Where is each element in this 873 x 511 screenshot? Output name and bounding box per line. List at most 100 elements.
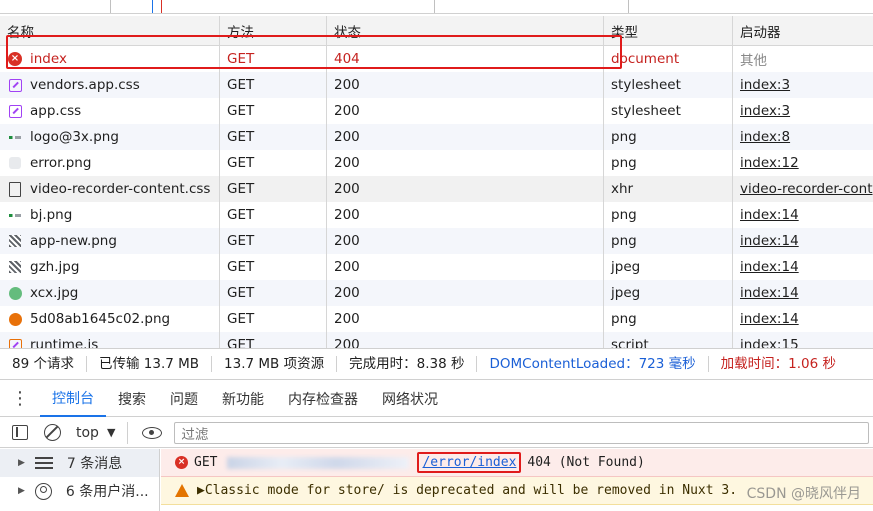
error-icon: × bbox=[175, 456, 188, 469]
transferred-size: 已传输 13.7 MB bbox=[87, 356, 213, 372]
initiator-link[interactable]: index:14 bbox=[740, 285, 799, 301]
console-sidebar: ▶ 7 条消息 ▶ 6 条用户消... bbox=[0, 449, 160, 511]
request-status: 200 bbox=[327, 72, 604, 98]
column-header-status[interactable]: 状态 bbox=[327, 16, 604, 45]
request-method: GET bbox=[220, 46, 327, 72]
table-row[interactable]: bj.png GET 200 png index:14 bbox=[0, 202, 873, 228]
request-type: document bbox=[604, 46, 733, 72]
dom-content-loaded-marker bbox=[152, 0, 153, 13]
request-name: logo@3x.png bbox=[30, 129, 119, 145]
table-row[interactable]: 5d08ab1645c02.png GET 200 png index:14 bbox=[0, 306, 873, 332]
clear-console-icon[interactable] bbox=[40, 421, 64, 445]
watermark: CSDN @晓风伴月 bbox=[746, 486, 861, 502]
console-toolbar: top ▼ 过滤 bbox=[0, 418, 873, 448]
initiator-link[interactable]: index:14 bbox=[740, 259, 799, 275]
context-selector[interactable]: top ▼ bbox=[76, 421, 129, 444]
initiator-link[interactable]: index:14 bbox=[740, 311, 799, 327]
request-type: png bbox=[604, 306, 733, 332]
initiator-link[interactable]: index:14 bbox=[740, 207, 799, 223]
request-status: 200 bbox=[327, 306, 604, 332]
tab-console[interactable]: 控制台 bbox=[40, 381, 106, 417]
request-method: GET bbox=[220, 280, 327, 306]
request-method: GET bbox=[220, 254, 327, 280]
network-request-table: 名称 方法 状态 类型 启动器 × index GET 404 document … bbox=[0, 16, 873, 358]
request-method: GET bbox=[220, 176, 327, 202]
column-header-method[interactable]: 方法 bbox=[220, 16, 327, 45]
table-row[interactable]: video-recorder-content.css GET 200 xhr v… bbox=[0, 176, 873, 202]
request-method: GET bbox=[220, 306, 327, 332]
request-status: 200 bbox=[327, 150, 604, 176]
initiator-link[interactable]: index:3 bbox=[740, 103, 790, 119]
image-icon bbox=[7, 129, 23, 145]
image-icon bbox=[7, 233, 23, 249]
initiator-link[interactable]: index:14 bbox=[740, 233, 799, 249]
sidebar-item-user-messages[interactable]: ▶ 6 条用户消... bbox=[0, 477, 159, 505]
tab-search[interactable]: 搜索 bbox=[106, 381, 158, 417]
image-icon bbox=[7, 311, 23, 327]
initiator-link[interactable]: index:12 bbox=[740, 155, 799, 171]
column-header-name[interactable]: 名称 bbox=[0, 16, 220, 45]
tab-whats-new[interactable]: 新功能 bbox=[210, 381, 276, 417]
caret-down-icon: ▼ bbox=[106, 426, 116, 439]
context-value: top bbox=[76, 424, 99, 441]
document-icon bbox=[7, 181, 23, 197]
table-row[interactable]: xcx.jpg GET 200 jpeg index:14 bbox=[0, 280, 873, 306]
initiator-link[interactable]: video-recorder-cont bbox=[740, 181, 873, 197]
image-icon bbox=[7, 155, 23, 171]
request-type: stylesheet bbox=[604, 98, 733, 124]
request-status: 200 bbox=[327, 176, 604, 202]
user-icon bbox=[34, 482, 52, 500]
expand-arrow-icon: ▶ bbox=[18, 486, 25, 496]
table-row[interactable]: error.png GET 200 png index:12 bbox=[0, 150, 873, 176]
initiator-link[interactable]: index:8 bbox=[740, 129, 790, 145]
table-row[interactable]: × index GET 404 document 其他 bbox=[0, 46, 873, 72]
request-name: vendors.app.css bbox=[30, 77, 140, 93]
request-name: app-new.png bbox=[30, 233, 117, 249]
table-row[interactable]: gzh.jpg GET 200 jpeg index:14 bbox=[0, 254, 873, 280]
timeline-tick bbox=[110, 0, 111, 13]
live-expression-eye-icon[interactable] bbox=[142, 426, 163, 439]
request-type: jpeg bbox=[604, 280, 733, 306]
request-name: gzh.jpg bbox=[30, 259, 80, 275]
drawer-tab-bar: ⋮ 控制台 搜索 问题 新功能 内存检查器 网络状况 bbox=[0, 381, 873, 417]
initiator-link[interactable]: index:3 bbox=[740, 77, 790, 93]
request-status: 404 bbox=[327, 46, 604, 72]
more-options-icon[interactable]: ⋮ bbox=[0, 388, 40, 409]
table-row[interactable]: logo@3x.png GET 200 png index:8 bbox=[0, 124, 873, 150]
request-name: bj.png bbox=[30, 207, 73, 223]
request-method: GET bbox=[220, 202, 327, 228]
redacted-host bbox=[227, 456, 410, 469]
table-row[interactable]: app.css GET 200 stylesheet index:3 bbox=[0, 98, 873, 124]
request-method: GET bbox=[220, 124, 327, 150]
sidebar-item-messages[interactable]: ▶ 7 条消息 bbox=[0, 449, 159, 477]
error-icon: × bbox=[7, 51, 23, 67]
column-header-initiator[interactable]: 启动器 bbox=[733, 16, 873, 45]
sidebar-item-label: 6 条用户消... bbox=[65, 484, 149, 500]
request-method: GET bbox=[220, 228, 327, 254]
table-row[interactable]: vendors.app.css GET 200 stylesheet index… bbox=[0, 72, 873, 98]
console-filter-input[interactable]: 过滤 bbox=[174, 421, 869, 444]
tab-memory-inspector[interactable]: 内存检查器 bbox=[276, 381, 370, 417]
network-summary-bar: 89 个请求 已传输 13.7 MB 13.7 MB 项资源 完成用时：8.38… bbox=[0, 348, 873, 380]
request-method: GET bbox=[220, 150, 327, 176]
tab-issues[interactable]: 问题 bbox=[158, 381, 210, 417]
image-icon bbox=[7, 285, 23, 301]
request-method: GET bbox=[220, 72, 327, 98]
request-status: 200 bbox=[327, 228, 604, 254]
dom-content-loaded-time: DOMContentLoaded：723 毫秒 bbox=[477, 356, 709, 372]
error-status: 404 (Not Found) bbox=[527, 455, 645, 470]
request-type: png bbox=[604, 202, 733, 228]
sidebar-toggle-icon[interactable] bbox=[8, 421, 32, 445]
request-name: video-recorder-content.css bbox=[30, 181, 211, 197]
request-status: 200 bbox=[327, 202, 604, 228]
request-name: xcx.jpg bbox=[30, 285, 79, 301]
table-row[interactable]: app-new.png GET 200 png index:14 bbox=[0, 228, 873, 254]
column-header-type[interactable]: 类型 bbox=[604, 16, 733, 45]
css-icon bbox=[7, 103, 23, 119]
tab-network-conditions[interactable]: 网络状况 bbox=[370, 381, 450, 417]
request-type: xhr bbox=[604, 176, 733, 202]
error-url-link[interactable]: /error/index bbox=[417, 452, 522, 473]
request-name: 5d08ab1645c02.png bbox=[30, 311, 171, 327]
filter-placeholder: 过滤 bbox=[181, 426, 209, 443]
request-status: 200 bbox=[327, 280, 604, 306]
